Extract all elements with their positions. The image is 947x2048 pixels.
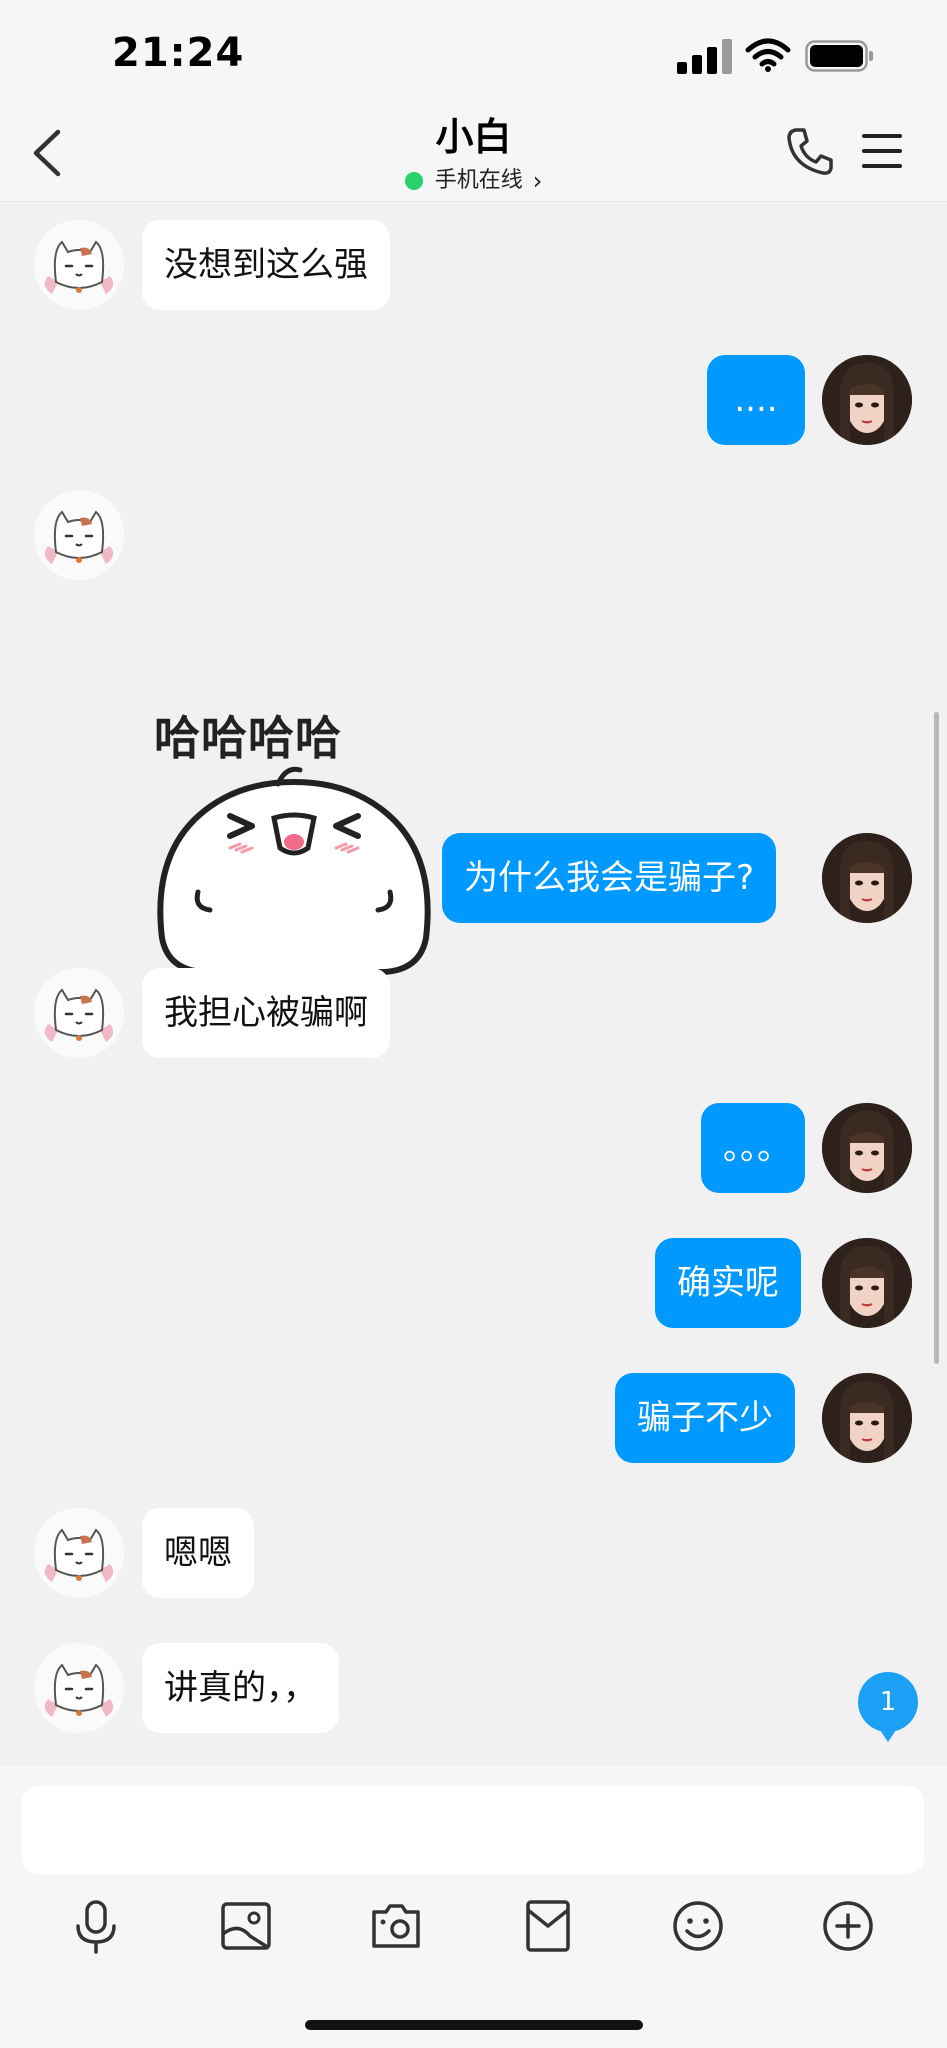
online-dot-icon xyxy=(404,172,423,190)
top-bar: 21:24 小白 手机在线 › xyxy=(0,0,947,202)
contact-avatar[interactable] xyxy=(34,1643,124,1733)
contact-avatar[interactable] xyxy=(34,220,124,310)
contact-avatar[interactable] xyxy=(34,1508,124,1598)
phone-icon[interactable] xyxy=(786,126,834,176)
my-avatar[interactable] xyxy=(822,355,912,445)
composer-bar xyxy=(0,1766,947,2048)
wifi-icon xyxy=(745,38,791,72)
user-photo-icon xyxy=(822,1373,912,1463)
menu-icon[interactable] xyxy=(862,134,902,170)
cat-avatar-icon xyxy=(34,968,124,1058)
outgoing-message-bubble[interactable]: 。。。 xyxy=(701,1103,805,1193)
unread-count-badge[interactable]: 1 xyxy=(858,1672,918,1742)
cat-avatar-icon xyxy=(34,1643,124,1733)
image-icon[interactable] xyxy=(216,1896,276,1956)
incoming-message-bubble[interactable]: 没想到这么强 xyxy=(142,220,390,310)
microphone-icon[interactable] xyxy=(66,1896,126,1956)
cat-avatar-icon xyxy=(34,1508,124,1598)
incoming-message-bubble[interactable]: 嗯嗯 xyxy=(142,1508,254,1598)
online-status-text: 手机在线 xyxy=(434,168,523,193)
user-photo-icon xyxy=(822,833,912,923)
status-icons xyxy=(677,38,877,74)
my-avatar[interactable] xyxy=(822,833,912,923)
incoming-message-bubble[interactable]: 我担心被骗啊 xyxy=(142,968,390,1058)
sticker-message[interactable]: 哈哈哈哈 xyxy=(154,702,434,980)
plus-icon[interactable] xyxy=(818,1896,878,1956)
scrollbar[interactable] xyxy=(934,712,939,1364)
emoji-icon[interactable] xyxy=(668,1896,728,1956)
battery-icon xyxy=(805,40,873,72)
message-input[interactable] xyxy=(22,1786,924,1874)
outgoing-message-bubble[interactable]: 确实呢 xyxy=(655,1238,801,1328)
my-avatar[interactable] xyxy=(822,1373,912,1463)
my-avatar[interactable] xyxy=(822,1238,912,1328)
user-photo-icon xyxy=(822,1238,912,1328)
incoming-message-bubble[interactable]: 讲真的，， xyxy=(142,1643,339,1733)
cat-avatar-icon xyxy=(34,490,124,580)
chevron-right-icon: › xyxy=(532,167,543,195)
cellular-signal-icon xyxy=(677,38,733,74)
outgoing-message-bubble[interactable]: .... xyxy=(707,355,805,445)
user-photo-icon xyxy=(822,355,912,445)
my-avatar[interactable] xyxy=(822,1103,912,1193)
user-photo-icon xyxy=(822,1103,912,1193)
message-list[interactable]: 没想到这么强 .... 哈哈哈哈 为什么我会是骗子? 我担心被骗啊 。。。 确实… xyxy=(0,202,947,1766)
contact-avatar[interactable] xyxy=(34,490,124,580)
outgoing-message-bubble[interactable]: 骗子不少 xyxy=(615,1373,795,1463)
cat-avatar-icon xyxy=(34,220,124,310)
status-time: 21:24 xyxy=(112,30,245,76)
outgoing-message-bubble[interactable]: 为什么我会是骗子? xyxy=(442,833,777,923)
red-packet-icon[interactable] xyxy=(518,1896,578,1956)
home-indicator[interactable] xyxy=(305,2020,643,2030)
camera-icon[interactable] xyxy=(366,1896,426,1956)
contact-avatar[interactable] xyxy=(34,968,124,1058)
laughing-bun-sticker-icon xyxy=(157,766,431,975)
